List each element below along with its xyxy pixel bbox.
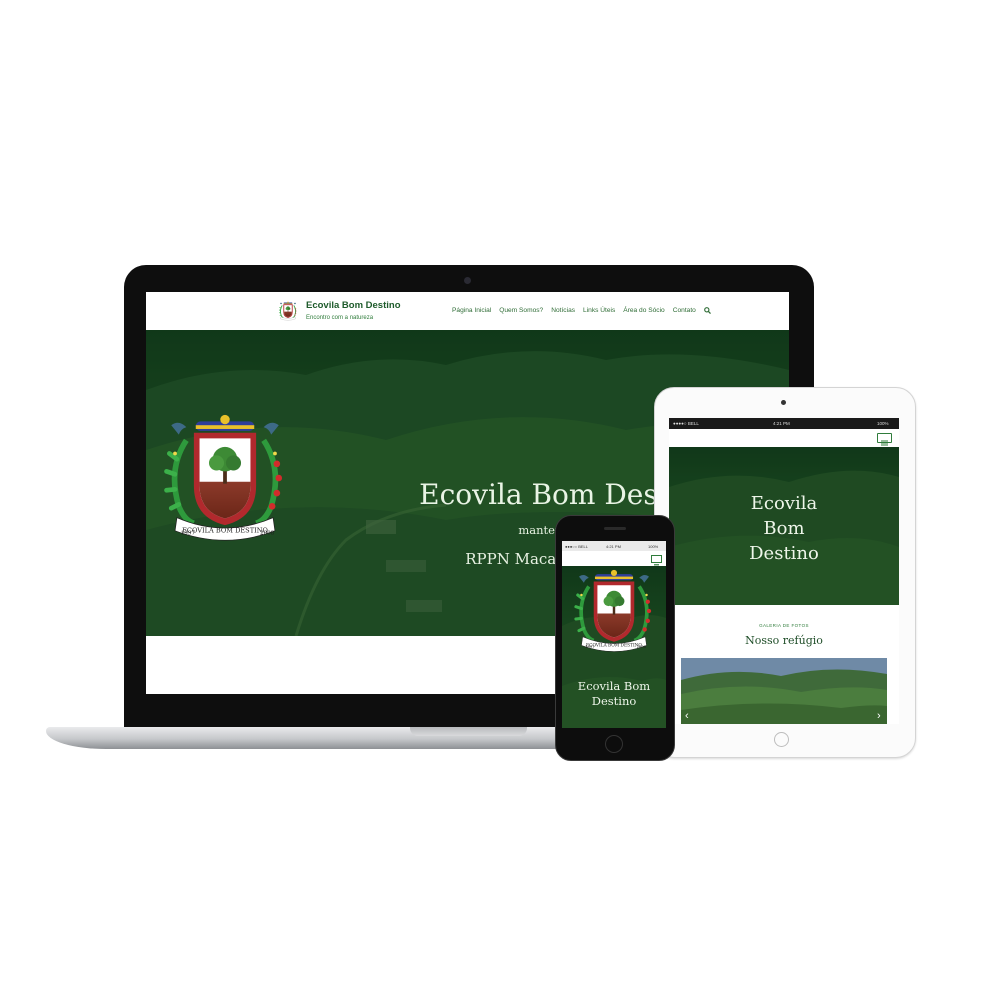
phone-hamburger-menu-icon[interactable] [651, 555, 662, 568]
gallery-photo[interactable] [681, 658, 887, 724]
svg-text:2008: 2008 [260, 531, 275, 537]
nav-item-home[interactable]: Página Inicial [452, 307, 491, 314]
tablet-status-bar: ●●●●○ BELL 4:21 PM 100% [669, 418, 899, 429]
phone-status-carrier: ●●●○○ BELL [565, 544, 588, 549]
tablet-hero: Ecovila Bom Destino [669, 447, 899, 605]
site-logo-icon[interactable] [278, 300, 298, 322]
status-carrier: ●●●●○ BELL [673, 421, 699, 426]
gallery-prev-arrow[interactable]: ‹ [685, 710, 689, 722]
nav-item-about[interactable]: Quem Somos? [499, 307, 543, 314]
tablet-home-button[interactable] [774, 732, 789, 747]
main-nav: Página Inicial Quem Somos? Notícias Link… [452, 307, 711, 314]
svg-text:1997: 1997 [585, 645, 595, 649]
nav-item-contact[interactable]: Contato [673, 307, 696, 314]
status-battery: 100% [877, 421, 889, 426]
crest-emblem-icon: ECOVILA BOM DESTINO 1997 2008 [154, 412, 296, 544]
svg-text:ECOVILA BOM DESTINO: ECOVILA BOM DESTINO [182, 527, 268, 535]
search-icon[interactable] [703, 307, 711, 314]
phone-speaker [604, 527, 626, 530]
status-time: 4:21 PM [773, 421, 790, 426]
svg-text:ECOVILA BOM DESTINO: ECOVILA BOM DESTINO [586, 644, 642, 649]
nav-item-links[interactable]: Links Úteis [583, 307, 615, 314]
gallery-landscape-image [681, 658, 887, 724]
laptop-notch [410, 727, 527, 736]
nav-item-members[interactable]: Área do Sócio [623, 307, 664, 314]
tablet-hero-title: Ecovila Bom Destino [749, 493, 819, 564]
nav-item-news[interactable]: Notícias [551, 307, 575, 314]
gallery-label: GALERIA DE FOTOS [759, 623, 809, 628]
gallery-title: Nosso refúgio [745, 634, 823, 647]
tablet-camera [781, 400, 786, 405]
phone-crest-emblem-icon: ECOVILA BOM DESTINO 1997 2008 [574, 568, 654, 654]
phone-screen: ●●●○○ BELL 4:21 PM 100% ECOVILA BOM DEST… [562, 541, 666, 728]
hamburger-menu-icon[interactable] [877, 433, 892, 446]
tablet-navbar [669, 429, 899, 447]
svg-text:1997: 1997 [181, 531, 196, 537]
site-header: Ecovila Bom Destino Encontro com a natur… [146, 292, 789, 330]
gallery-next-arrow[interactable]: › [877, 710, 881, 722]
svg-text:2008: 2008 [637, 645, 647, 649]
phone-home-button[interactable] [605, 735, 623, 753]
phone-status-time: 4:21 PM [606, 544, 621, 549]
phone-status-battery: 100% [648, 544, 659, 549]
phone-status-bar: ●●●○○ BELL 4:21 PM 100% [562, 541, 666, 551]
laptop-camera [464, 277, 471, 284]
site-title[interactable]: Ecovila Bom Destino [306, 300, 401, 311]
phone-hero-title: Ecovila Bom Destino [577, 679, 651, 708]
phone-navbar [562, 551, 666, 568]
tablet-screen: ●●●●○ BELL 4:21 PM 100% Ecovila Bom Dest… [669, 418, 899, 724]
site-tagline: Encontro com a natureza [306, 315, 374, 321]
